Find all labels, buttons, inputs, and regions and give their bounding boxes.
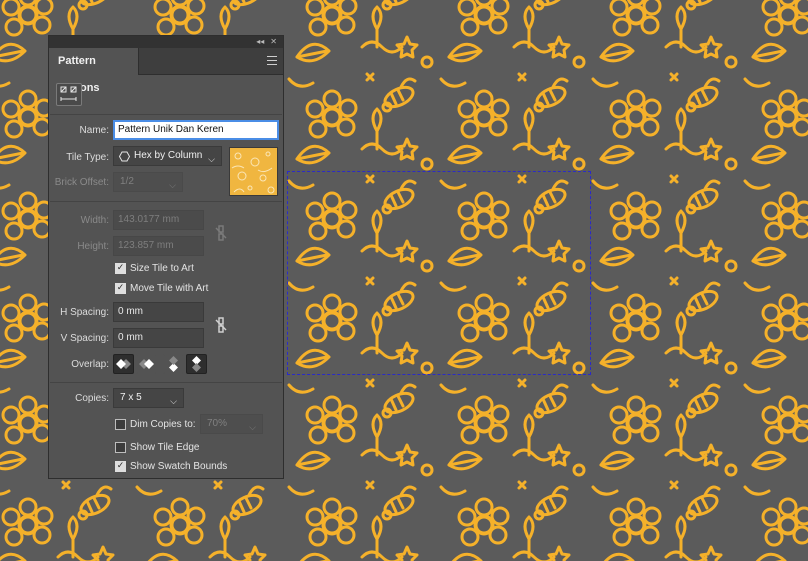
chevron-down-icon: ⌵ [169, 180, 176, 190]
height-field[interactable]: 123.857 mm [113, 236, 204, 256]
brick-offset-label: Brick Offset: [54, 177, 109, 188]
panel-titlebar[interactable]: ◂◂ ✕ [49, 36, 283, 48]
tile-type-label: Tile Type: [66, 152, 109, 163]
copies-dropdown[interactable]: 7 x 5 ⌵ [113, 388, 184, 408]
height-label: Height: [77, 241, 109, 252]
hamburger-menu-icon[interactable] [267, 56, 277, 65]
chevron-down-icon: ⌵ [170, 396, 177, 406]
overlap-label: Overlap: [71, 359, 109, 370]
size-tile-checkbox[interactable]: ✓ [115, 263, 126, 274]
copies-value: 7 x 5 [120, 392, 142, 403]
pattern-tile-tool-button[interactable] [56, 83, 82, 106]
link-broken-icon[interactable] [214, 316, 228, 334]
show-tile-edge-checkbox[interactable] [115, 442, 126, 453]
overlap-right-in-front-icon [139, 359, 154, 369]
move-tile-checkbox[interactable]: ✓ [115, 283, 126, 294]
overlap-left-in-front-icon [116, 359, 131, 369]
name-field[interactable]: Pattern Unik Dan Keren [113, 120, 279, 140]
name-label: Name: [79, 125, 109, 136]
dim-copies-checkbox[interactable] [115, 419, 126, 430]
overlap-left-in-front-button[interactable] [113, 354, 134, 374]
tab-pattern-options[interactable]: Pattern Options [49, 48, 139, 94]
pattern-swatch-preview [229, 147, 278, 196]
overlap-bottom-in-front-icon [192, 356, 201, 372]
h-spacing-label: H Spacing: [60, 307, 109, 318]
separator [50, 382, 282, 383]
overlap-bottom-in-front-button[interactable] [186, 354, 207, 374]
show-tile-edge-label: Show Tile Edge [130, 442, 200, 453]
v-spacing-field[interactable]: 0 mm [113, 328, 204, 348]
close-icon[interactable]: ✕ [270, 36, 277, 48]
size-tile-label: Size Tile to Art [130, 263, 194, 274]
link-broken-icon[interactable] [214, 224, 228, 242]
width-field[interactable]: 143.0177 mm [113, 210, 204, 230]
v-spacing-label: V Spacing: [60, 333, 109, 344]
overlap-right-in-front-button[interactable] [136, 354, 157, 374]
show-swatch-bounds-label: Show Swatch Bounds [130, 461, 228, 472]
separator [50, 201, 282, 202]
panel-tab-row: Pattern Options [49, 48, 283, 94]
overlap-top-in-front-button[interactable] [163, 354, 184, 374]
width-label: Width: [80, 215, 109, 226]
separator [50, 114, 282, 115]
chevron-down-icon: ⌵ [208, 154, 215, 164]
show-swatch-bounds-checkbox[interactable]: ✓ [115, 461, 126, 472]
dim-copies-value: 70% [207, 418, 228, 429]
swatch-pattern-texture [231, 151, 275, 194]
overlap-top-in-front-icon [169, 356, 178, 372]
brick-offset-value: 1/2 [120, 176, 134, 187]
dim-copies-label: Dim Copies to: [130, 419, 196, 430]
pattern-options-panel: ◂◂ ✕ Pattern Options Name: Pattern Unik … [48, 35, 284, 479]
copies-label: Copies: [75, 393, 109, 404]
collapse-icon[interactable]: ◂◂ [256, 36, 264, 48]
hexagon-icon [119, 151, 130, 162]
chevron-down-icon: ⌵ [249, 422, 256, 432]
h-spacing-field[interactable]: 0 mm [113, 302, 204, 322]
move-tile-label: Move Tile with Art [130, 283, 209, 294]
tile-type-dropdown[interactable]: Hex by Column ⌵ [113, 146, 222, 166]
brick-offset-dropdown[interactable]: 1/2 ⌵ [113, 172, 183, 192]
pattern-tile-tool-icon [60, 86, 77, 101]
tile-type-value: Hex by Column [134, 150, 203, 161]
dim-copies-dropdown[interactable]: 70% ⌵ [200, 414, 263, 434]
